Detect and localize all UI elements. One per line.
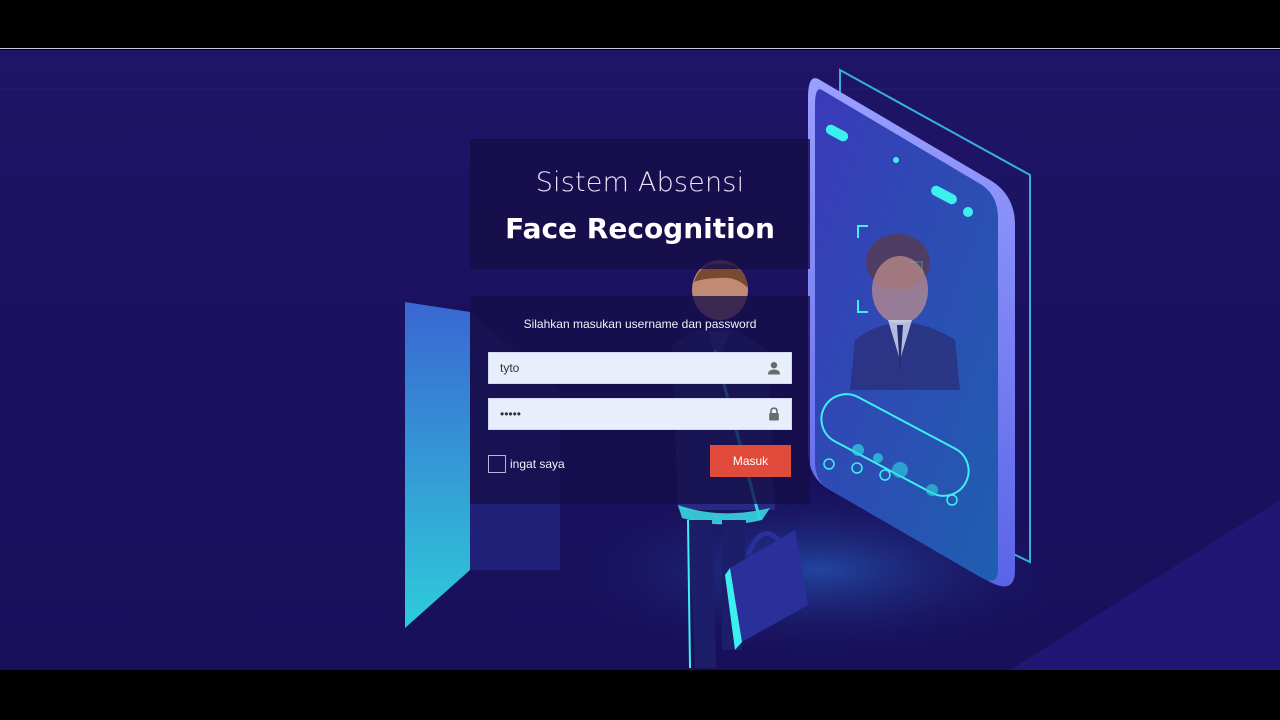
username-field[interactable] [488,352,792,384]
remember-checkbox[interactable] [488,455,506,473]
login-background: Sistem Absensi Face Recognition Silahkan… [0,50,1280,670]
login-button[interactable]: Masuk [710,445,791,477]
login-prompt: Silahkan masukan username dan password [523,317,757,331]
letterbox-top [0,0,1280,49]
login-form: Silahkan masukan username dan password i… [470,296,810,504]
user-icon [768,362,780,375]
app-title-subtitle: Sistem Absensi [535,167,745,198]
title-panel: Sistem Absensi Face Recognition [470,139,810,269]
remember-me[interactable]: ingat saya [488,454,565,474]
remember-label[interactable]: ingat saya [510,457,565,471]
password-input[interactable] [500,399,750,429]
lock-icon [769,407,779,421]
app-title: Face Recognition [505,212,775,245]
username-input[interactable] [500,353,750,383]
password-field[interactable] [488,398,792,430]
letterbox-bottom [0,670,1280,720]
